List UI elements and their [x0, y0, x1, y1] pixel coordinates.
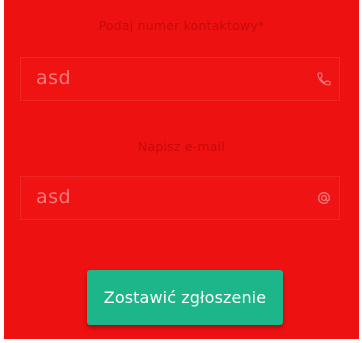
phone-label: Podaj numer kontaktowy* [98, 18, 265, 33]
phone-icon [316, 71, 332, 87]
at-icon [316, 190, 332, 206]
phone-input[interactable]: asd [20, 57, 340, 101]
contact-form: Podaj numer kontaktowy* asd Napisz e-mai… [4, 0, 359, 339]
submit-button[interactable]: Zostawić zgłoszenie [87, 270, 283, 325]
email-label: Napisz e-mail [137, 139, 226, 154]
phone-input-value: asd [36, 67, 72, 89]
email-input[interactable]: asd [20, 176, 340, 220]
email-input-value: asd [36, 186, 72, 208]
